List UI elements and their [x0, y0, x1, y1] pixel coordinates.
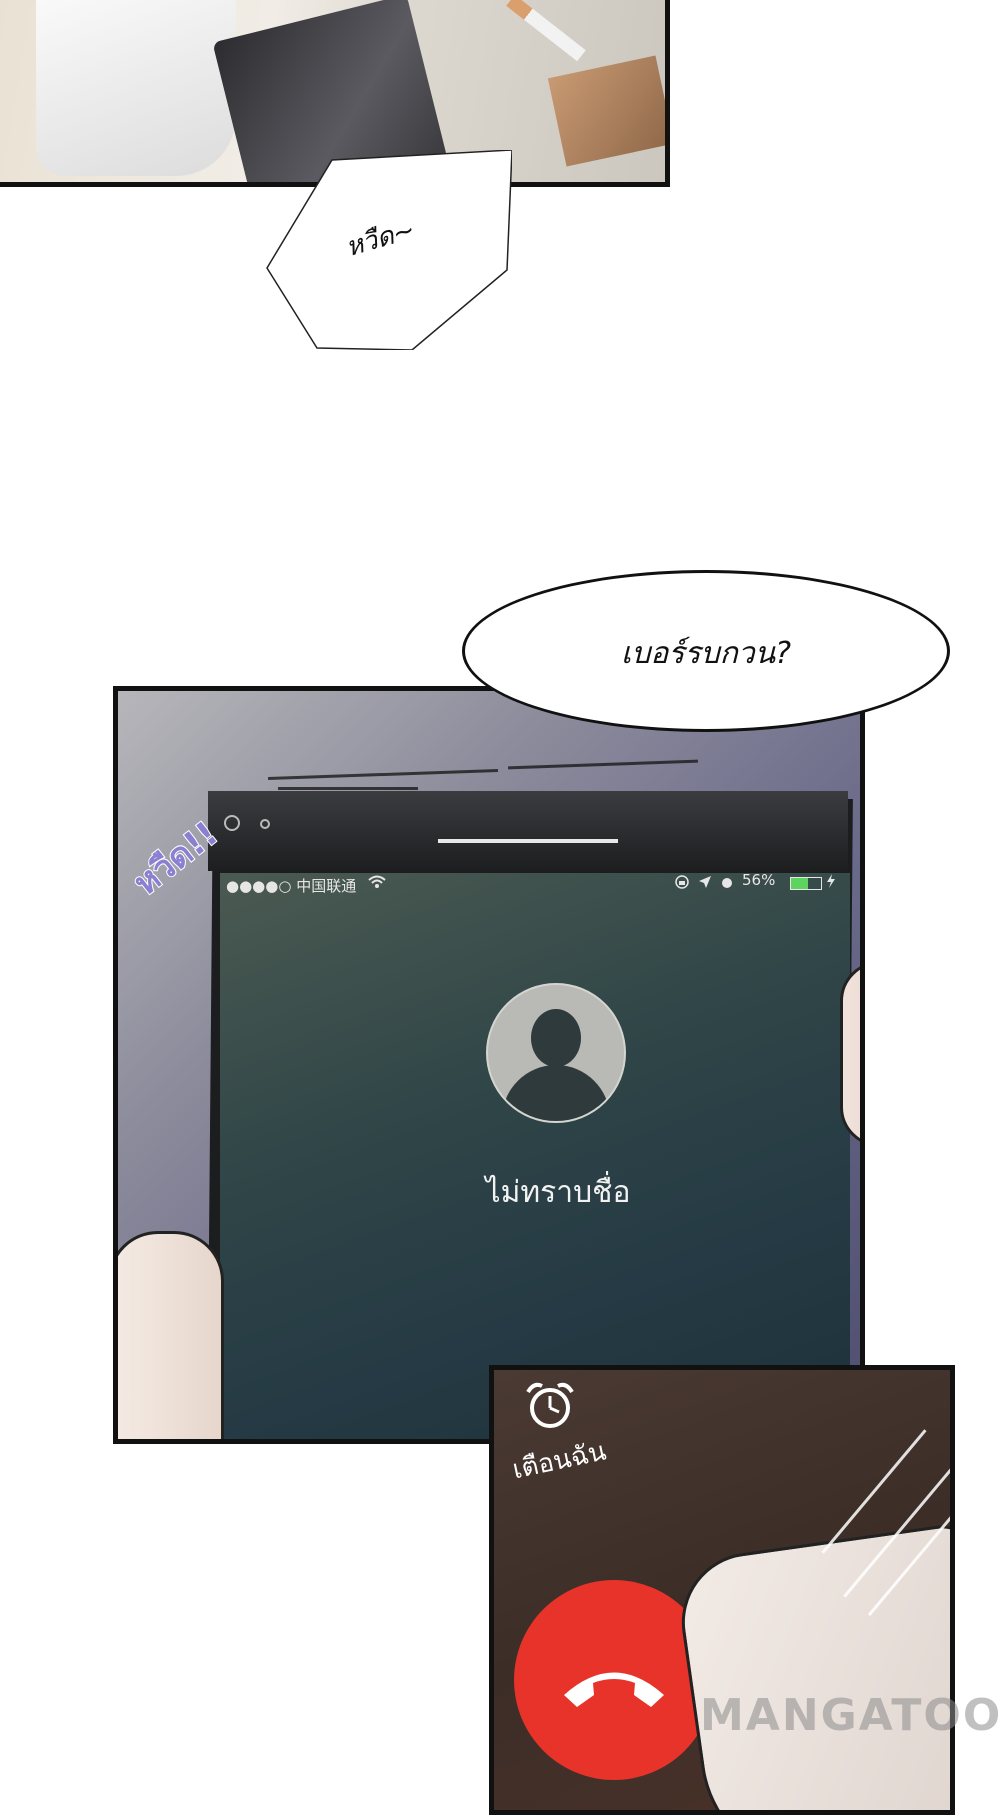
battery-indicator: [790, 877, 822, 890]
right-finger-art: [840, 961, 860, 1147]
watermark: MANGATOON: [700, 1690, 1000, 1741]
sensor-icon: [260, 819, 270, 829]
alarm-clock-icon: [526, 1382, 574, 1428]
silhouette-shoulders: [502, 1065, 610, 1121]
cigarette-pack-art: [547, 55, 665, 167]
wifi-icon: [368, 875, 386, 888]
earpiece-slot: [438, 839, 618, 843]
location-arrow-icon: [699, 876, 711, 888]
phone-top-bezel: [208, 791, 848, 871]
left-thumb-art: [118, 1231, 224, 1439]
battery-percent: 56%: [742, 871, 776, 889]
contact-silhouette-icon: [486, 983, 626, 1123]
charging-bolt-icon: [827, 874, 835, 888]
camera-icon: [224, 815, 240, 831]
battery-fill: [791, 878, 808, 889]
cigarette-art: [506, 0, 586, 62]
incoming-call-screen: [220, 873, 850, 1439]
phone-hangup-icon: [564, 1672, 664, 1707]
decline-call-panel: เตือนฉัน: [489, 1365, 955, 1815]
carrier-label: ●●●●○ 中国联通: [226, 877, 357, 895]
caller-name: ไม่ทราบชื่อ: [485, 1175, 631, 1210]
question-text: เบอร์รบกวน?: [620, 636, 792, 671]
speed-line: [508, 759, 698, 770]
phone-panel: ●●●●○ 中国联通 56% ไม่ทราบชื่อ หวืด!!: [113, 686, 865, 1444]
silhouette-head: [531, 1009, 581, 1067]
lock-rotation-icon: [675, 875, 689, 889]
alarm-icon: [722, 878, 732, 888]
shirt-collar-art: [36, 0, 236, 176]
speed-line: [268, 768, 498, 781]
remind-me-label[interactable]: เตือนฉัน: [509, 1431, 610, 1491]
speed-line: [278, 787, 418, 790]
